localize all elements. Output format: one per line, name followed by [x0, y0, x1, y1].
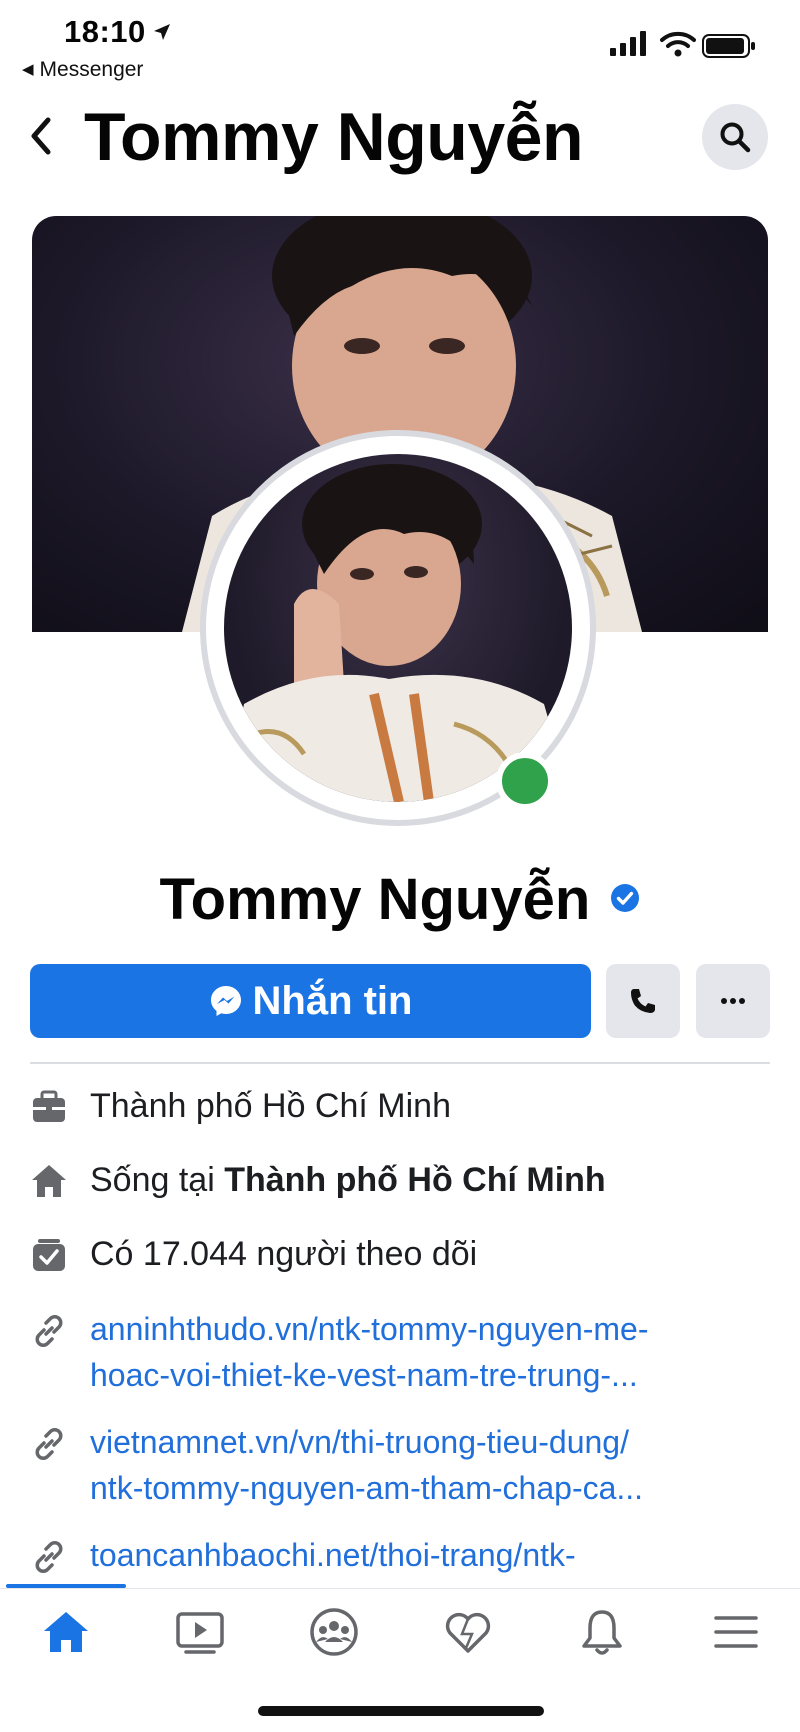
website-link-2[interactable]: vietnamnet.vn/vn/thi-truong-tieu-dung/ n…: [90, 1419, 790, 1511]
video-icon[interactable]: [172, 1604, 228, 1660]
section-divider: [30, 1062, 770, 1064]
home-location-icon: [32, 1165, 66, 1197]
lives-in-city[interactable]: Thành phố Hồ Chí Minh: [224, 1161, 605, 1199]
active-tab-indicator: [6, 1584, 126, 1588]
link-icon: [35, 1428, 63, 1460]
status-time: 18:10: [64, 14, 146, 49]
website-link-1-line1: anninhthudo.vn/ntk-tommy-nguyen-me-: [90, 1311, 649, 1347]
link-icon: [35, 1541, 63, 1573]
home-indicator-bar: [258, 1706, 544, 1716]
website-link-3-line1: toancanhbaochi.net/thoi-trang/ntk-: [90, 1537, 576, 1573]
lives-in-info: Sống tại Thành phố Hồ Chí Minh: [90, 1161, 606, 1200]
groups-icon[interactable]: [306, 1604, 362, 1660]
back-chevron-icon[interactable]: [22, 106, 62, 166]
battery-icon: [702, 34, 755, 58]
link-icon: [35, 1315, 63, 1347]
online-status-dot: [496, 752, 554, 810]
lives-in-prefix: Sống tại: [90, 1161, 225, 1199]
dating-heart-icon[interactable]: [440, 1604, 496, 1660]
website-link-2-line2: ntk-tommy-nguyen-am-tham-chap-ca...: [90, 1470, 644, 1506]
back-app-label: Messenger: [39, 58, 144, 81]
location-arrow-icon: [154, 24, 170, 40]
website-link-1[interactable]: anninhthudo.vn/ntk-tommy-nguyen-me- hoac…: [90, 1306, 790, 1398]
call-button[interactable]: [606, 964, 680, 1038]
wifi-icon: [660, 31, 696, 57]
notifications-bell-icon[interactable]: [574, 1604, 630, 1660]
message-button-label: Nhắn tin: [252, 978, 413, 1023]
more-dots-icon: [721, 998, 745, 1004]
message-button[interactable]: Nhắn tin: [30, 964, 591, 1038]
back-to-app-link[interactable]: ◀ Messenger: [22, 58, 143, 82]
search-button[interactable]: [702, 104, 768, 170]
profile-name: Tommy Nguyễn: [0, 866, 800, 933]
cellular-signal-icon: [610, 31, 646, 56]
profile-picture[interactable]: [224, 454, 572, 802]
bottom-nav-bar: [0, 1588, 800, 1679]
website-link-3[interactable]: toancanhbaochi.net/thoi-trang/ntk-: [90, 1532, 790, 1584]
search-icon: [720, 122, 751, 153]
briefcase-icon: [33, 1090, 65, 1122]
more-options-button[interactable]: [696, 964, 770, 1038]
followers-icon: [33, 1239, 65, 1271]
website-link-2-line1: vietnamnet.vn/vn/thi-truong-tieu-dung/: [90, 1424, 629, 1460]
followers-info[interactable]: Có 17.044 người theo dõi: [90, 1235, 477, 1274]
messenger-icon: [210, 986, 241, 1016]
home-icon[interactable]: [38, 1604, 94, 1660]
profile-picture-image: [224, 464, 572, 802]
page-title: Tommy Nguyễn: [84, 99, 584, 175]
verified-badge-icon: [611, 884, 640, 912]
phone-icon: [631, 989, 655, 1013]
back-triangle-icon: ◀: [22, 61, 34, 78]
profile-name-text: Tommy Nguyễn: [159, 867, 591, 932]
work-info: Thành phố Hồ Chí Minh: [90, 1087, 451, 1125]
website-link-1-line2: hoac-voi-thiet-ke-vest-nam-tre-trung-...: [90, 1357, 638, 1393]
menu-hamburger-icon[interactable]: [708, 1604, 764, 1660]
